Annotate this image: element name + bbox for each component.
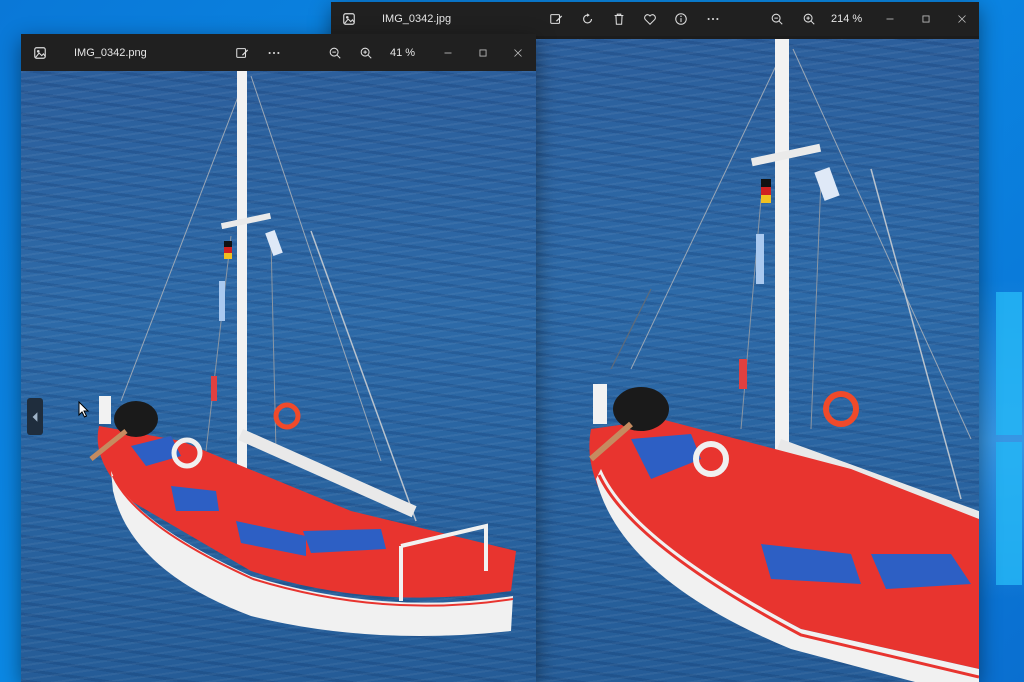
photos-window-png[interactable]: IMG_0342.png 41 % <box>21 34 536 682</box>
delete-icon[interactable] <box>608 2 630 36</box>
photo-viewport[interactable] <box>21 71 536 682</box>
zoom-out-icon[interactable] <box>766 2 788 36</box>
window-filename: IMG_0342.jpg <box>382 13 452 25</box>
close-icon[interactable] <box>507 34 529 71</box>
previous-image-button[interactable] <box>27 398 43 435</box>
window-filename: IMG_0342.png <box>74 46 147 59</box>
heart-icon[interactable] <box>639 2 661 36</box>
title-bar[interactable]: IMG_0342.jpg 214 % <box>331 2 979 36</box>
desktop-window-logo-pane-top <box>996 292 1022 435</box>
mouse-cursor-icon <box>78 401 90 418</box>
zoom-out-icon[interactable] <box>324 34 346 71</box>
maximize-icon[interactable] <box>915 2 937 36</box>
close-icon[interactable] <box>951 2 973 36</box>
maximize-icon[interactable] <box>472 34 494 71</box>
minimize-icon[interactable] <box>879 2 901 36</box>
zoom-in-icon[interactable] <box>798 2 820 36</box>
rotate-icon[interactable] <box>577 2 599 36</box>
minimize-icon[interactable] <box>437 34 459 71</box>
zoom-in-icon[interactable] <box>355 34 377 71</box>
zoom-level[interactable]: 41 % <box>390 34 415 71</box>
zoom-level[interactable]: 214 % <box>831 2 862 36</box>
desktop-window-logo-pane-bottom <box>996 442 1022 585</box>
info-icon[interactable] <box>670 2 692 36</box>
title-bar[interactable]: IMG_0342.png 41 % <box>21 34 536 71</box>
edit-image-icon[interactable] <box>231 34 253 71</box>
photos-app-icon <box>30 34 50 71</box>
edit-image-icon[interactable] <box>545 2 567 36</box>
more-options-icon[interactable] <box>263 34 285 71</box>
more-options-icon[interactable] <box>702 2 724 36</box>
photos-app-icon <box>339 2 359 36</box>
sailboat-image <box>89 71 517 636</box>
chevron-left-icon <box>32 411 38 422</box>
